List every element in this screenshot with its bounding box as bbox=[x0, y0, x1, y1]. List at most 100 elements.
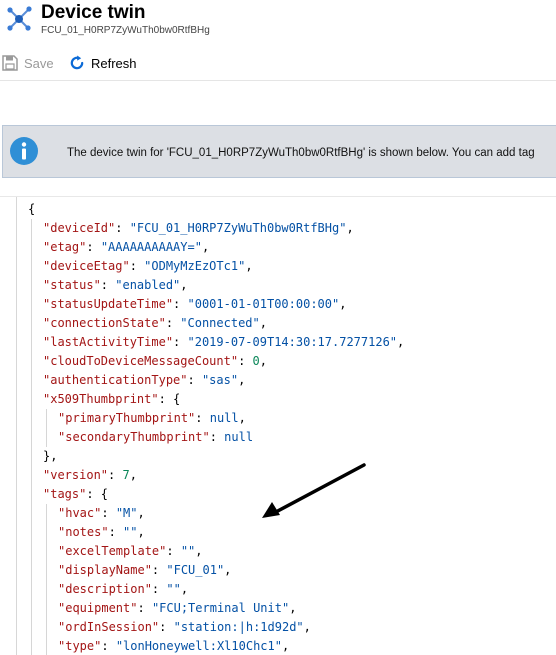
arrow-pointer-icon bbox=[262, 463, 366, 518]
json-key: "equipment" bbox=[58, 601, 138, 615]
json-line: "authenticationType": "sas", bbox=[43, 371, 245, 390]
json-line: "excelTemplate": "", bbox=[58, 542, 203, 561]
json-line: }, bbox=[43, 447, 57, 466]
page-title: Device twin bbox=[41, 2, 146, 23]
refresh-label: Refresh bbox=[91, 55, 137, 71]
json-punct: , bbox=[259, 316, 267, 330]
json-key: "version" bbox=[43, 468, 109, 482]
json-value: "FCU_01" bbox=[166, 563, 225, 577]
json-value: "" bbox=[123, 525, 138, 539]
json-line: "tags": { bbox=[43, 485, 108, 504]
json-key: "notes" bbox=[58, 525, 109, 539]
json-key: "hvac" bbox=[58, 506, 102, 520]
json-punct: , bbox=[281, 639, 290, 653]
json-punct: : bbox=[159, 620, 174, 634]
json-punct: : bbox=[129, 259, 145, 273]
json-punct: : bbox=[166, 544, 181, 558]
json-punct: : bbox=[137, 601, 152, 615]
json-punct: : bbox=[151, 582, 167, 596]
json-line: { bbox=[28, 200, 35, 219]
json-punct: , bbox=[397, 335, 405, 349]
iot-device-icon bbox=[7, 6, 32, 31]
json-punct: : bbox=[100, 278, 116, 292]
indent-guide bbox=[46, 409, 47, 447]
json-punct: , bbox=[346, 221, 354, 235]
json-line: "lastActivityTime": "2019-07-09T14:30:17… bbox=[43, 333, 404, 352]
json-value: "FCU_01_H0RP7ZyWuTh0bw0RtfBHg" bbox=[129, 221, 347, 235]
json-key: "authenticationType" bbox=[43, 373, 188, 387]
json-key: "deviceEtag" bbox=[43, 259, 130, 273]
json-value: "station:|h:1d92d" bbox=[173, 620, 304, 634]
json-key: "secondaryThumbprint" bbox=[58, 430, 210, 444]
json-punct: : bbox=[238, 354, 253, 368]
json-line: "displayName": "FCU_01", bbox=[58, 561, 231, 580]
json-value: null bbox=[209, 411, 239, 425]
json-punct: }, bbox=[43, 449, 58, 463]
json-line: "primaryThumbprint": null, bbox=[58, 409, 246, 428]
json-line: "deviceEtag": "ODMyMzEzOTc1", bbox=[43, 257, 253, 276]
json-line: "x509Thumbprint": { bbox=[43, 390, 180, 409]
json-key: "ordInSession" bbox=[58, 620, 160, 634]
json-value: null bbox=[224, 430, 254, 444]
json-value: "2019-07-09T14:30:17.7277126" bbox=[187, 335, 398, 349]
json-key: "x509Thumbprint" bbox=[43, 392, 159, 406]
json-punct: , bbox=[180, 278, 188, 292]
json-line: "hvac": "M", bbox=[58, 504, 145, 523]
json-punct: : bbox=[165, 316, 181, 330]
json-key: "status" bbox=[43, 278, 101, 292]
info-banner: The device twin for 'FCU_01_H0RP7ZyWuTh0… bbox=[2, 125, 556, 178]
json-punct: , bbox=[238, 373, 246, 387]
json-code-area[interactable]: { "deviceId": "FCU_01_H0RP7ZyWuTh0bw0RtfB… bbox=[0, 197, 556, 655]
json-punct: , bbox=[289, 601, 297, 615]
json-line: "etag": "AAAAAAAAAAY=", bbox=[43, 238, 209, 257]
json-line: "statusUpdateTime": "0001-01-01T00:00:00… bbox=[43, 295, 346, 314]
json-punct: , bbox=[339, 297, 347, 311]
json-punct: : bbox=[108, 468, 123, 482]
json-line: "status": "enabled", bbox=[43, 276, 188, 295]
json-punct: : bbox=[101, 506, 116, 520]
json-line: "ordInSession": "station:|h:1d92d", bbox=[58, 618, 311, 637]
json-key: "cloudToDeviceMessageCount" bbox=[43, 354, 239, 368]
json-punct: , bbox=[180, 582, 189, 596]
json-value: 7 bbox=[122, 468, 130, 482]
floppy-disk-icon bbox=[2, 55, 18, 71]
command-bar: Save Refresh bbox=[0, 44, 556, 81]
refresh-button[interactable]: Refresh bbox=[69, 53, 137, 73]
json-key: "lastActivityTime" bbox=[43, 335, 174, 349]
json-punct: , bbox=[137, 506, 145, 520]
info-icon bbox=[10, 137, 38, 165]
json-value: 0 bbox=[252, 354, 260, 368]
json-value: "enabled" bbox=[115, 278, 181, 292]
json-punct: , bbox=[201, 240, 210, 254]
json-line: "deviceId": "FCU_01_H0RP7ZyWuTh0bw0RtfBH… bbox=[43, 219, 354, 238]
json-value: "AAAAAAAAAAY=" bbox=[100, 240, 202, 254]
json-punct: : bbox=[101, 639, 116, 653]
save-label: Save bbox=[24, 55, 54, 71]
json-key: "displayName" bbox=[58, 563, 152, 577]
json-punct: , bbox=[129, 468, 137, 482]
json-value: "" bbox=[166, 582, 181, 596]
json-punct: { bbox=[28, 202, 36, 216]
json-punct: : bbox=[173, 297, 188, 311]
json-value: "FCU;Terminal Unit" bbox=[151, 601, 290, 615]
json-value: "sas" bbox=[201, 373, 239, 387]
json-punct: : bbox=[195, 411, 210, 425]
indent-guide bbox=[46, 504, 47, 655]
json-punct: , bbox=[224, 563, 232, 577]
json-key: "deviceId" bbox=[43, 221, 116, 235]
device-twin-page: Device twin FCU_01_H0RP7ZyWuTh0bw0RtfBHg… bbox=[0, 0, 556, 655]
save-button[interactable]: Save bbox=[2, 53, 54, 73]
json-key: "primaryThumbprint" bbox=[58, 411, 196, 425]
device-twin-json-editor[interactable]: { "deviceId": "FCU_01_H0RP7ZyWuTh0bw0RtfB… bbox=[0, 196, 556, 655]
info-banner-text: The device twin for 'FCU_01_H0RP7ZyWuTh0… bbox=[67, 147, 535, 159]
json-value: "Connected" bbox=[180, 316, 260, 330]
json-line: "notes": "", bbox=[58, 523, 145, 542]
json-line: "version": 7, bbox=[43, 466, 137, 485]
json-punct: : bbox=[108, 525, 124, 539]
json-punct: : bbox=[151, 563, 167, 577]
json-punct: : { bbox=[86, 487, 109, 501]
json-punct: : bbox=[209, 430, 225, 444]
json-punct: : bbox=[86, 240, 101, 254]
json-value: "M" bbox=[115, 506, 138, 520]
json-value: "" bbox=[180, 544, 196, 558]
